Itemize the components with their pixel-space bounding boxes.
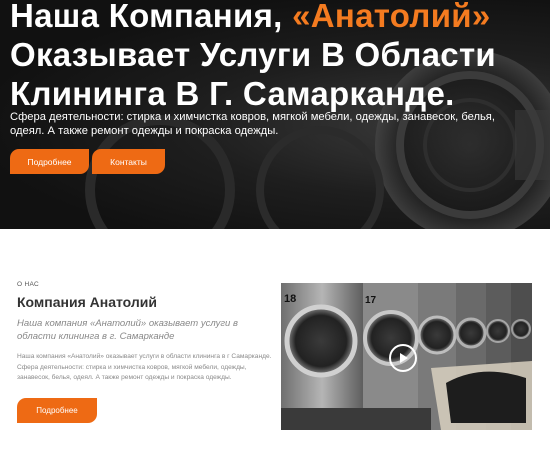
play-icon	[400, 353, 408, 363]
about-kicker: О НАС	[17, 281, 39, 288]
video-play-button[interactable]	[389, 344, 417, 372]
hero-title-part1: Наша Компания,	[10, 0, 293, 34]
about-title: Компания Анатолий	[17, 294, 157, 310]
about-lead: Наша компания «Анатолий» оказывает услуг…	[17, 318, 238, 342]
about-body: Наша компания «Анатолий» оказывает услуг…	[17, 353, 272, 381]
hero-title-accent: «Анатолий»	[292, 0, 491, 34]
hero-contacts-button[interactable]: Контакты	[92, 149, 165, 174]
hero-description: Сфера деятельности: стирка и химчистка к…	[10, 111, 495, 137]
machine-number-18: 18	[284, 293, 297, 305]
hero-more-button[interactable]: Подробнее	[10, 149, 89, 174]
about-more-button[interactable]: Подробнее	[17, 398, 97, 423]
hero-title: Наша Компания, «Анатолий» Оказывает Услуг…	[10, 0, 550, 113]
hero-title-part2: Оказывает Услуги В Области Клининга В Г.…	[10, 36, 497, 112]
machine-number-17: 17	[365, 295, 377, 306]
hero-section: Наша Компания, «Анатолий» Оказывает Услуг…	[0, 0, 550, 229]
